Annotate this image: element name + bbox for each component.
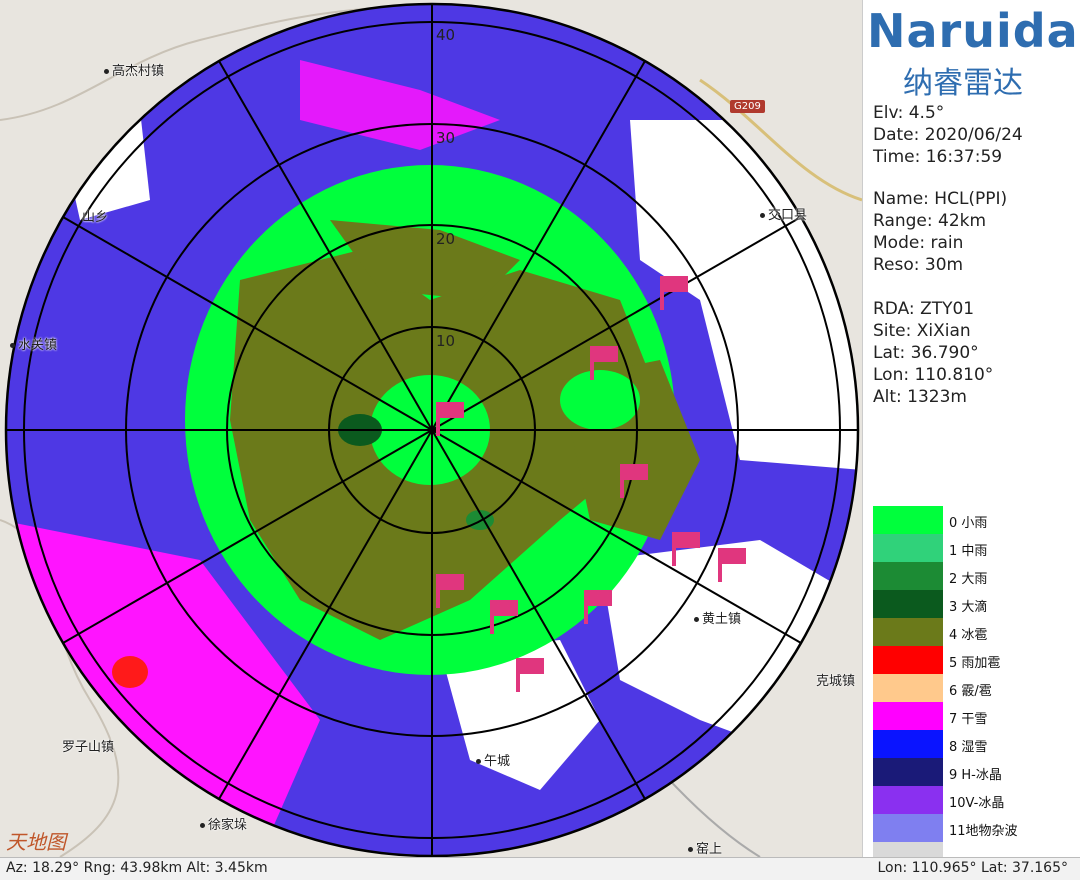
radar-longitude: Lon: 110.810°	[873, 365, 994, 385]
legend-swatch	[873, 618, 943, 646]
place-label: 高杰村镇	[104, 60, 164, 79]
legend-label: 6 霰/雹	[949, 684, 992, 699]
legend-label: 4 冰雹	[949, 628, 988, 643]
place-label: 水关镇	[10, 334, 57, 353]
legend-swatch	[873, 814, 943, 842]
legend-label: 5 雨加雹	[949, 656, 1001, 671]
legend-label: 3 大滴	[949, 600, 988, 615]
legend-swatch	[873, 702, 943, 730]
legend-item: 7 干雪	[873, 702, 1073, 730]
legend-label: 0 小雨	[949, 516, 988, 531]
scan-elevation: Elv: 4.5°	[873, 103, 945, 123]
place-label: 克城镇	[816, 674, 856, 689]
scan-date: Date: 2020/06/24	[873, 125, 1023, 145]
brand-logo: Naruida	[867, 4, 1079, 58]
legend-item: 1 中雨	[873, 534, 1073, 562]
legend-item: 4 冰雹	[873, 618, 1073, 646]
place-label: 罗子山镇	[62, 740, 115, 755]
place-label: 徐家垛	[200, 814, 247, 833]
legend-swatch	[873, 730, 943, 758]
ring-label-20: 20	[436, 230, 455, 248]
legend-swatch	[873, 506, 943, 534]
legend-label: 7 干雪	[949, 712, 988, 727]
map-watermark: 天地图	[6, 830, 66, 854]
place-label: 窑上	[688, 838, 722, 857]
legend-label: 8 湿雪	[949, 740, 988, 755]
legend-swatch	[873, 786, 943, 814]
radar-id: RDA: ZTY01	[873, 299, 975, 319]
product-name: Name: HCL(PPI)	[873, 189, 1008, 209]
legend-item: 8 湿雪	[873, 730, 1073, 758]
legend-item: 3 大滴	[873, 590, 1073, 618]
legend-item: 5 雨加雹	[873, 646, 1073, 674]
legend-swatch	[873, 590, 943, 618]
radar-ppi-display[interactable]: 10 20 30 40	[0, 0, 862, 857]
radar-altitude: Alt: 1323m	[873, 387, 967, 407]
status-bar: Az: 18.29° Rng: 43.98km Alt: 3.45km Lon:…	[0, 857, 1080, 880]
cursor-readout: Az: 18.29° Rng: 43.98km Alt: 3.45km	[6, 860, 268, 876]
legend-swatch	[873, 758, 943, 786]
legend-label: 2 大雨	[949, 572, 988, 587]
product-resolution: Reso: 30m	[873, 255, 964, 275]
radar-site: Site: XiXian	[873, 321, 971, 341]
product-range: Range: 42km	[873, 211, 987, 231]
info-panel: Naruida 纳睿雷达 Elv: 4.5° Date: 2020/06/24 …	[862, 0, 1080, 870]
cursor-coordinates: Lon: 110.965° Lat: 37.165°	[877, 860, 1068, 876]
radar-latitude: Lat: 36.790°	[873, 343, 979, 363]
legend-item: 10V-冰晶	[873, 786, 1073, 814]
legend-label: 1 中雨	[949, 544, 988, 559]
road-badge: G209	[730, 100, 765, 113]
legend-item: 9 H-冰晶	[873, 758, 1073, 786]
ring-label-10: 10	[436, 332, 455, 350]
place-label: 交口县	[760, 204, 807, 223]
scan-time: Time: 16:37:59	[873, 147, 1003, 167]
brand-name-cn: 纳睿雷达	[903, 66, 1023, 101]
ring-label-40: 40	[436, 26, 455, 44]
radar-map-view[interactable]: 10 20 30 40 高杰村镇 交口县 山乡 水关镇 黄土镇 克城镇 罗子山镇…	[0, 0, 862, 857]
legend-swatch	[873, 646, 943, 674]
ring-label-30: 30	[436, 129, 455, 147]
legend-label: 9 H-冰晶	[949, 768, 1002, 783]
place-label: 山乡	[82, 210, 109, 225]
legend-item: 2 大雨	[873, 562, 1073, 590]
legend-swatch	[873, 534, 943, 562]
place-label: 黄土镇	[694, 608, 741, 627]
legend-swatch	[873, 562, 943, 590]
legend-swatch	[873, 674, 943, 702]
legend-item: 11地物杂波	[873, 814, 1073, 842]
legend-item: 6 霰/雹	[873, 674, 1073, 702]
legend-item: 0 小雨	[873, 506, 1073, 534]
legend-label: 10V-冰晶	[949, 796, 1005, 811]
product-mode: Mode: rain	[873, 233, 964, 253]
legend-label: 11地物杂波	[949, 824, 1018, 839]
place-label: 午城	[476, 750, 510, 769]
